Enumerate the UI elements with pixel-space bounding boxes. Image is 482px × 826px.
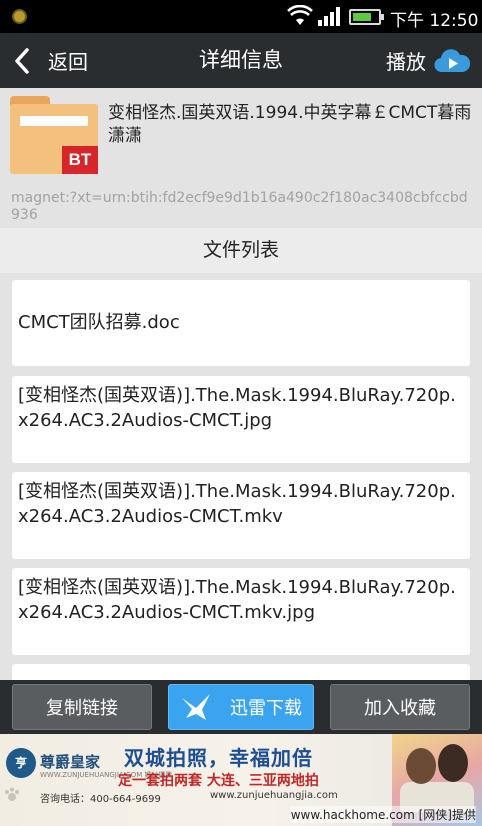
thunder-download-button[interactable]: 迅雷下载 <box>168 684 314 730</box>
file-list[interactable]: CMCT团队招募.doc [变相怪杰(国英双语)].The.Mask.1994.… <box>0 273 482 680</box>
watermark: www.hackhome.com [网侠]提供 <box>290 806 476 823</box>
ad-brand: 尊爵皇家 <box>40 753 101 771</box>
wifi-icon <box>287 5 313 25</box>
thunder-download-label: 迅雷下载 <box>230 698 302 719</box>
file-list-heading: 文件列表 <box>0 228 482 273</box>
status-bar: 下午 12:50 <box>0 0 482 33</box>
torrent-name: 变相怪杰.国英双语.1994.中英字幕￡CMCT暮雨潇潇 <box>108 103 472 146</box>
ad-website: www.zunjuehuangjia.com <box>210 790 338 801</box>
play-button[interactable]: 播放 <box>386 33 470 88</box>
magnet-link[interactable]: magnet:?xt=urn:btih:fd2ecf9e9d1b16a490c2… <box>11 190 473 224</box>
copy-link-button[interactable]: 复制链接 <box>12 684 152 730</box>
bt-folder-icon: BT <box>10 96 98 174</box>
status-time: 下午 12:50 <box>390 11 479 31</box>
list-item[interactable]: [变相怪杰(国英双语)].The.Mask.1994.BluRay.720p.x… <box>12 376 470 463</box>
signal-icon <box>318 7 340 26</box>
ad-headline: 双城拍照，幸福加倍 <box>124 746 313 770</box>
battery-icon <box>349 9 384 25</box>
file-name: CMCT团队招募.doc <box>18 312 180 333</box>
list-item-partial[interactable] <box>12 664 470 680</box>
notification-icon <box>12 9 27 24</box>
ad-logo: 亨 尊爵皇家 WWW.ZUNJUEHUANGJIA.COM 婚纱摄影 <box>6 748 172 782</box>
list-item[interactable]: [变相怪杰(国英双语)].The.Mask.1994.BluRay.720p.x… <box>12 472 470 559</box>
play-label: 播放 <box>386 50 426 74</box>
list-item[interactable]: CMCT团队招募.doc <box>12 280 470 366</box>
ad-logo-mark: 亨 <box>6 748 36 778</box>
ad-phone: 咨询电话：400-664-9699 <box>40 794 161 805</box>
torrent-info: BT 变相怪杰.国英双语.1994.中英字幕￡CMCT暮雨潇潇 magnet:?… <box>0 88 482 228</box>
ad-subline: 定一套拍两套 大连、三亚两地拍 <box>118 773 319 789</box>
title-bar: 返回 详细信息 播放 <box>0 33 482 88</box>
file-name: [变相怪杰(国英双语)].The.Mask.1994.BluRay.720p.x… <box>18 481 456 527</box>
file-name: [变相怪杰(国英双语)].The.Mask.1994.BluRay.720p.x… <box>18 385 456 431</box>
copy-link-label: 复制链接 <box>46 698 118 719</box>
thunder-bird-icon <box>182 694 210 720</box>
list-item[interactable]: [变相怪杰(国英双语)].The.Mask.1994.BluRay.720p.x… <box>12 568 470 655</box>
back-label: 返回 <box>48 50 88 74</box>
add-favorite-button[interactable]: 加入收藏 <box>330 684 470 730</box>
bt-badge: BT <box>62 146 98 174</box>
chevron-left-icon <box>15 47 29 74</box>
add-favorite-label: 加入收藏 <box>364 698 436 719</box>
file-name: [变相怪杰(国英双语)].The.Mask.1994.BluRay.720p.x… <box>18 577 456 623</box>
action-bar: 复制链接 迅雷下载 加入收藏 <box>0 680 482 734</box>
paw-icon <box>5 787 19 801</box>
back-button[interactable]: 返回 <box>14 33 88 88</box>
ad-banner[interactable]: 亨 尊爵皇家 WWW.ZUNJUEHUANGJIA.COM 婚纱摄影 双城拍照，… <box>0 734 482 826</box>
cloud-play-icon <box>434 48 470 72</box>
